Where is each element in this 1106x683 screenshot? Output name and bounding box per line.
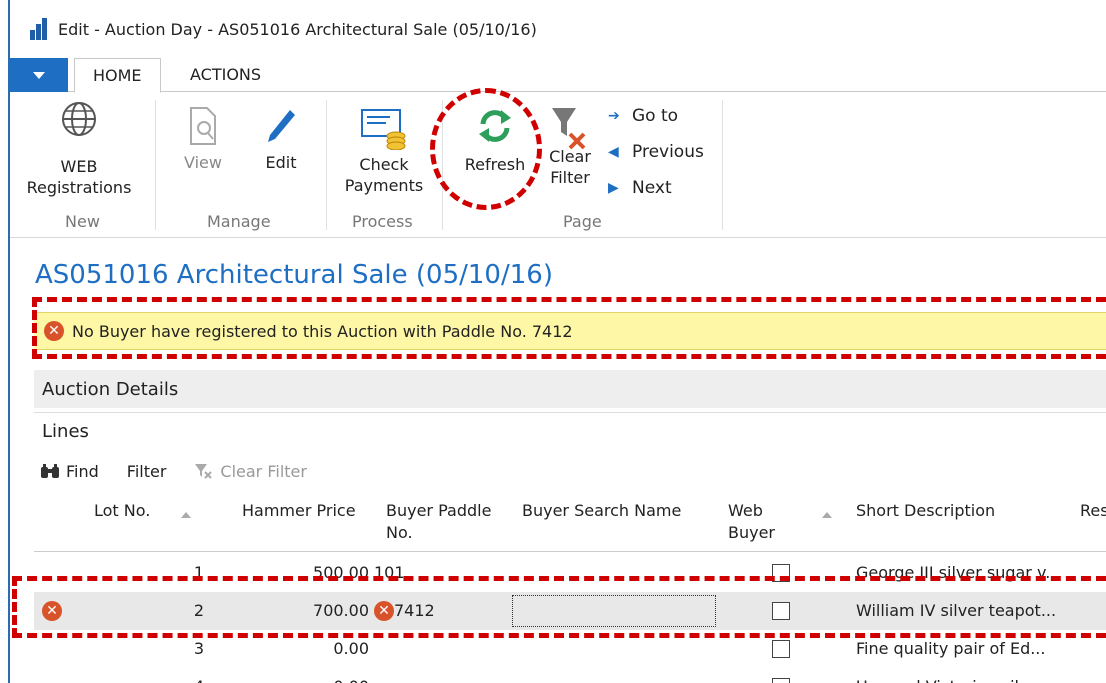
next-icon: ▶ (608, 180, 619, 196)
col-lot-no[interactable]: Lot No. (94, 500, 150, 522)
col-web-buyer-line2: Buyer (728, 523, 776, 542)
pencil-icon (268, 110, 295, 142)
web-registrations-label-1: WEB (60, 157, 98, 176)
ribbon-tabs: HOME ACTIONS (10, 58, 1106, 93)
group-label-new: New (65, 212, 100, 231)
ribbon-separator (326, 100, 327, 230)
clear-filter-label-1: Clear (549, 147, 591, 166)
cell-lot-no: 4 (164, 668, 204, 683)
next-label: Next (632, 178, 672, 198)
web-buyer-checkbox[interactable] (772, 678, 790, 683)
check-payments-label-1: Check (359, 155, 409, 174)
section-lines[interactable]: Lines (34, 412, 1106, 450)
edit-label: Edit (265, 153, 297, 172)
clear-filter-button[interactable]: Clear Filter (542, 106, 598, 188)
col-buyer-search-name[interactable]: Buyer Search Name (522, 500, 681, 522)
previous-button[interactable]: ◀ Previous (608, 142, 704, 162)
sort-ascending-icon (181, 512, 191, 518)
cell-hammer-price: 0.00 (264, 668, 369, 683)
filter-button[interactable]: Filter (127, 462, 167, 481)
sort-ascending-icon (822, 512, 832, 518)
page-title: AS051016 Architectural Sale (05/10/16) (35, 260, 553, 290)
ribbon-separator (722, 100, 723, 230)
view-document-icon (190, 107, 216, 145)
clear-filter-label-2: Filter (550, 168, 590, 187)
col-reserve[interactable]: Rese (1080, 500, 1106, 522)
web-buyer-checkbox[interactable] (772, 640, 790, 658)
binoculars-icon (41, 464, 59, 478)
clear-filter-icon (552, 108, 586, 150)
web-registrations-label-2: Registrations (26, 178, 132, 197)
group-label-process: Process (352, 212, 413, 231)
col-buyer-paddle-line1: Buyer Paddle (386, 501, 492, 520)
dynamics-app-icon (28, 18, 50, 40)
next-button[interactable]: ▶ Next (608, 178, 672, 198)
title-bar: Edit - Auction Day - AS051016 Architectu… (10, 0, 1106, 58)
check-payments-icon (361, 109, 406, 150)
ribbon: WEB Registrations New View Edit Manage C… (10, 92, 1106, 238)
dropdown-icon (33, 71, 45, 79)
col-buyer-paddle-line2: No. (386, 523, 413, 542)
grid-header: Lot No. Hammer Price Buyer Paddle No. Bu… (34, 500, 1106, 552)
col-hammer-price[interactable]: Hammer Price (242, 500, 356, 522)
find-button[interactable]: Find (40, 462, 99, 481)
col-buyer-paddle[interactable]: Buyer Paddle No. (386, 500, 491, 544)
col-short-description[interactable]: Short Description (856, 500, 995, 522)
notification-highlight-annotation (32, 297, 1106, 359)
col-web-buyer-line1: Web (728, 501, 763, 520)
ribbon-separator (155, 100, 156, 230)
refresh-highlight-annotation (430, 88, 542, 210)
application-menu-button[interactable] (10, 58, 68, 92)
view-label: View (184, 153, 222, 172)
clear-filter-toolbar-button[interactable]: Clear Filter (194, 462, 307, 481)
clear-filter-label: Clear Filter (220, 461, 307, 481)
lines-toolbar: Find Filter Clear Filter (40, 456, 335, 486)
edit-button[interactable]: Edit (256, 106, 306, 173)
group-label-page: Page (563, 212, 602, 231)
check-payments-label-2: Payments (344, 176, 424, 195)
web-registrations-button[interactable]: WEB Registrations (20, 100, 138, 198)
clear-filter-small-icon (195, 464, 213, 479)
view-button[interactable]: View (178, 106, 228, 173)
goto-button[interactable]: ➔ Go to (608, 106, 678, 126)
section-auction-details[interactable]: Auction Details (34, 370, 1106, 408)
group-label-manage: Manage (207, 212, 271, 231)
col-web-buyer[interactable]: Web Buyer (728, 500, 775, 544)
previous-icon: ◀ (608, 144, 619, 160)
cell-short-description: Unusual Victorian sil... (856, 668, 1034, 683)
globe-icon (62, 102, 96, 136)
window-title: Edit - Auction Day - AS051016 Architectu… (58, 19, 537, 39)
table-row[interactable]: 4 0.00 Unusual Victorian sil... (34, 668, 1106, 683)
check-payments-button[interactable]: Check Payments (338, 106, 430, 196)
row-highlight-annotation (12, 576, 1106, 638)
filter-label: Filter (126, 461, 167, 481)
previous-label: Previous (632, 142, 704, 162)
tab-home[interactable]: HOME (74, 58, 161, 93)
goto-label: Go to (632, 106, 679, 126)
find-label: Find (66, 461, 99, 481)
tab-actions[interactable]: ACTIONS (172, 58, 279, 93)
arrow-right-icon: ➔ (608, 108, 620, 124)
